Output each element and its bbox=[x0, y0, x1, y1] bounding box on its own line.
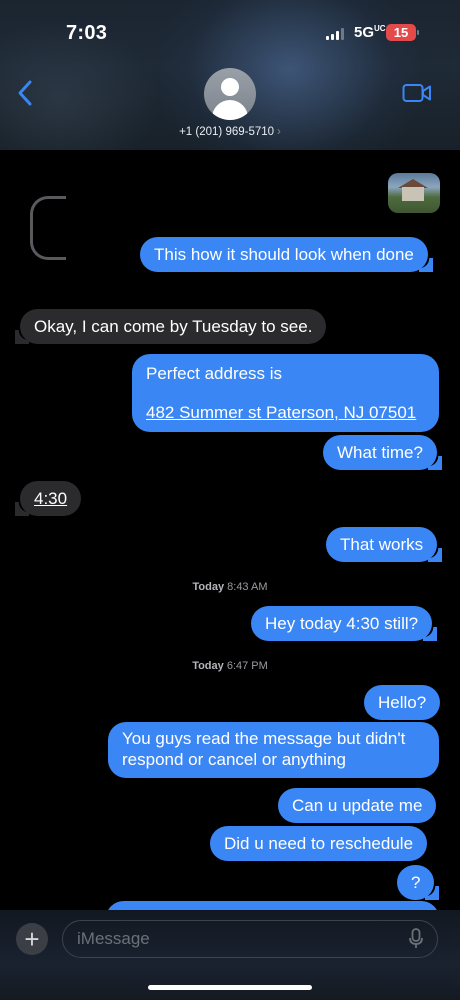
apps-plus-button[interactable]: + bbox=[16, 923, 48, 955]
message-bubble-outgoing[interactable]: Did u need to reschedule bbox=[210, 826, 428, 861]
message-bubble-outgoing[interactable]: That works bbox=[326, 527, 443, 562]
microphone-icon[interactable] bbox=[408, 928, 424, 950]
address-link[interactable]: 482 Summer st Paterson, NJ 07501 bbox=[146, 402, 425, 424]
message-bubble-outgoing[interactable]: Perfect address is 482 Summer st Paterso… bbox=[132, 354, 439, 432]
timestamp: Today 6:47 PM bbox=[192, 660, 268, 672]
battery-icon: 15 bbox=[386, 24, 416, 41]
timestamp: Today 8:43 AM bbox=[192, 581, 268, 593]
message-text: Perfect address is bbox=[146, 364, 283, 383]
chevron-right-icon: › bbox=[277, 126, 281, 138]
message-composer: + bbox=[0, 910, 460, 1000]
conversation-header: 7:03 5GUC 15 +1 (201) 969-5710 › bbox=[0, 0, 460, 150]
signal-strength-icon bbox=[326, 28, 344, 40]
network-indicator: 5GUC bbox=[354, 24, 386, 41]
message-bubble-outgoing[interactable]: Hey today 4:30 still? bbox=[251, 606, 438, 641]
imessage-input[interactable] bbox=[62, 920, 438, 958]
message-bubble-incoming[interactable]: 4:30 bbox=[14, 481, 82, 516]
image-attachment[interactable] bbox=[388, 173, 440, 213]
message-bubble-outgoing[interactable]: What time? bbox=[323, 435, 442, 470]
message-bubble-partial[interactable] bbox=[106, 901, 439, 910]
message-bubble-outgoing[interactable]: This how it should look when done bbox=[140, 237, 433, 272]
video-camera-icon[interactable] bbox=[402, 83, 432, 103]
chevron-left-icon[interactable] bbox=[14, 78, 38, 108]
message-bubble-outgoing[interactable]: ? bbox=[397, 865, 441, 900]
status-bar-time: 7:03 bbox=[66, 22, 108, 44]
time-link[interactable]: 4:30 bbox=[34, 489, 67, 508]
loading-placeholder bbox=[30, 196, 66, 260]
message-bubble-incoming[interactable]: Okay, I can come by Tuesday to see. bbox=[14, 309, 327, 344]
home-indicator[interactable] bbox=[148, 985, 312, 990]
message-bubble-outgoing[interactable]: Hello? bbox=[364, 685, 441, 720]
message-bubble-outgoing[interactable]: Can u update me bbox=[278, 788, 437, 823]
contact-name[interactable]: +1 (201) 969-5710 › bbox=[0, 126, 460, 138]
message-bubble-outgoing[interactable]: You guys read the message but didn't res… bbox=[108, 722, 439, 778]
message-thread[interactable]: This how it should look when done Okay, … bbox=[0, 150, 460, 910]
contact-avatar[interactable] bbox=[204, 68, 256, 120]
